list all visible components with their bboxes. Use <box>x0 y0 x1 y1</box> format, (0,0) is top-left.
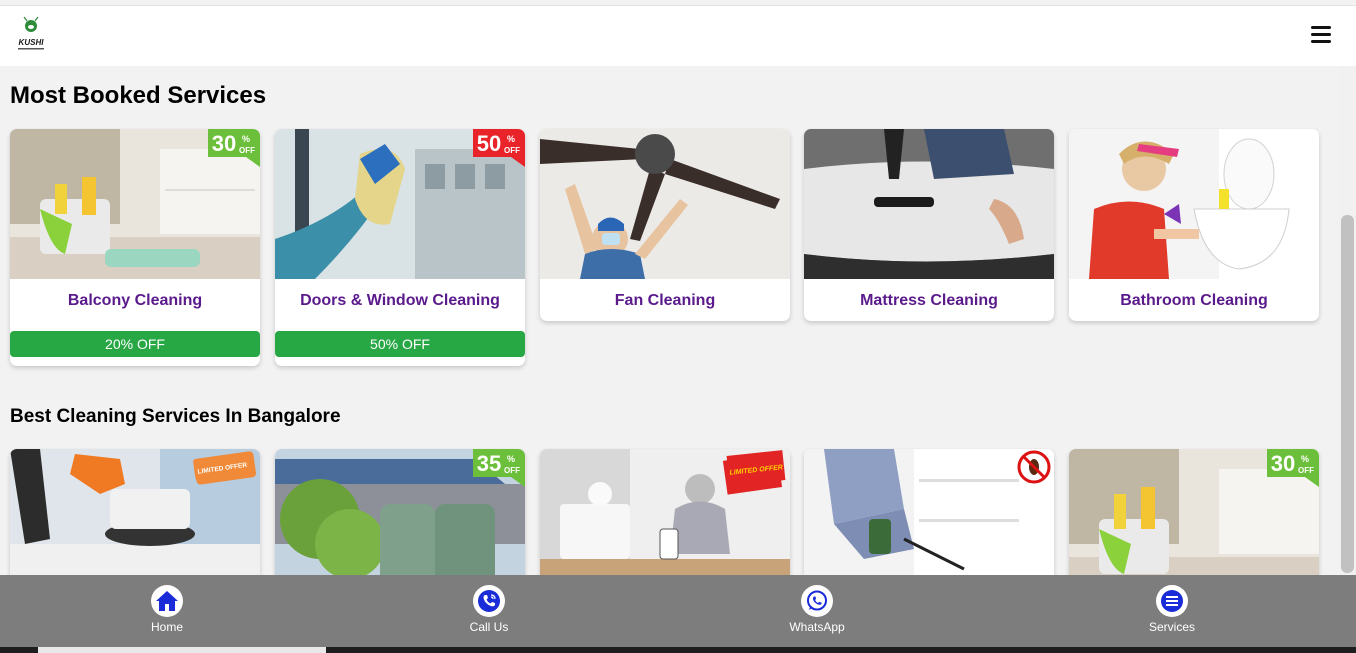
window-cleaning-image: 50 % OFF <box>275 129 525 279</box>
cleaning-card-floor[interactable]: LIMITED OFFER <box>10 449 260 589</box>
logo-text: KUSHI <box>19 38 45 47</box>
cleaning-card-water-tank[interactable]: 35 % OFF <box>275 449 525 589</box>
hamburger-line <box>1311 33 1331 36</box>
service-name: Balcony Cleaning <box>67 292 203 309</box>
svg-text:30: 30 <box>212 131 236 156</box>
cleaning-card-home[interactable]: 30 % OFF <box>1069 449 1319 589</box>
cleaning-card-pest-control[interactable]: LIMITED OFFER <box>540 449 790 589</box>
service-name: Mattress Cleaning <box>860 292 998 309</box>
discount-ribbon: 30 % OFF <box>208 129 260 167</box>
svg-text:35: 35 <box>477 451 501 476</box>
hamburger-line <box>1311 40 1331 43</box>
svg-text:30: 30 <box>1271 451 1295 476</box>
home-icon <box>151 585 183 617</box>
bathroom-cleaning-image <box>1069 129 1319 279</box>
floor-cleaning-image: LIMITED OFFER <box>10 449 260 589</box>
service-card-mattress[interactable]: Mattress Cleaning <box>804 129 1054 321</box>
menu-icon <box>1156 585 1188 617</box>
svg-text:%: % <box>507 454 515 464</box>
nav-label: Call Us <box>469 620 509 634</box>
nav-whatsapp[interactable]: WhatsApp <box>767 585 867 634</box>
discount-ribbon: 50 % OFF <box>473 129 525 167</box>
nav-call-us[interactable]: Call Us <box>439 585 539 634</box>
service-card-fan[interactable]: Fan Cleaning <box>540 129 790 321</box>
nav-services[interactable]: Services <box>1122 585 1222 634</box>
svg-text:%: % <box>507 134 515 144</box>
cockroach-control-image <box>804 449 1054 589</box>
site-header: KUSHI <box>0 6 1356 66</box>
limited-offer-badge: LIMITED OFFER <box>193 451 255 481</box>
nav-label: Services <box>1148 620 1195 634</box>
offer-badge: 20% OFF <box>10 331 260 357</box>
most-booked-title: Most Booked Services <box>10 82 267 109</box>
offer-badge: 50% OFF <box>275 331 525 357</box>
discount-ribbon: 35 % OFF <box>473 449 525 487</box>
svg-text:OFF: OFF <box>504 466 520 475</box>
fan-cleaning-image <box>540 129 790 279</box>
nav-home[interactable]: Home <box>117 585 217 634</box>
nav-label: WhatsApp <box>789 620 845 634</box>
limited-offer-badge: LIMITED OFFER <box>726 450 786 486</box>
discount-ribbon: 30 % OFF <box>1267 449 1319 487</box>
service-card-bathroom[interactable]: Bathroom Cleaning <box>1069 129 1319 321</box>
bottom-edge-strip <box>0 647 1356 653</box>
water-tank-cleaning-image: 35 % OFF <box>275 449 525 589</box>
menu-toggle-button[interactable] <box>1311 26 1331 44</box>
nav-label: Home <box>150 620 183 634</box>
service-name: Bathroom Cleaning <box>1120 292 1268 309</box>
service-card-balcony[interactable]: 30 % OFF Balcony Cleaning 20% OFF <box>10 129 260 366</box>
whatsapp-icon <box>801 585 833 617</box>
svg-text:OFF: OFF <box>239 146 255 155</box>
service-card-doors-window[interactable]: 50 % OFF Doors & Window Cleaning 50% OFF <box>275 129 525 366</box>
pest-control-image: LIMITED OFFER <box>540 449 790 589</box>
mattress-cleaning-image <box>804 129 1054 279</box>
home-cleaning-image: 30 % OFF <box>1069 449 1319 589</box>
best-cleaning-title: Best Cleaning Services In Bangalore <box>10 406 341 427</box>
svg-text:%: % <box>1301 454 1309 464</box>
no-bugs-icon <box>1017 450 1051 484</box>
svg-text:50: 50 <box>477 131 501 156</box>
balcony-cleaning-image: 30 % OFF <box>10 129 260 279</box>
svg-text:OFF: OFF <box>1298 466 1314 475</box>
page-scrollbar-thumb[interactable] <box>1341 215 1354 573</box>
svg-text:%: % <box>242 134 250 144</box>
hamburger-line <box>1311 26 1331 29</box>
kushi-logo[interactable]: KUSHI <box>12 16 50 54</box>
phone-icon <box>473 585 505 617</box>
bottom-navigation: Home Call Us WhatsApp Services <box>0 575 1356 647</box>
service-name: Fan Cleaning <box>614 292 716 309</box>
svg-text:OFF: OFF <box>504 146 520 155</box>
cleaning-card-cockroach-control[interactable] <box>804 449 1054 589</box>
service-name: Doors & Window Cleaning <box>300 292 500 309</box>
